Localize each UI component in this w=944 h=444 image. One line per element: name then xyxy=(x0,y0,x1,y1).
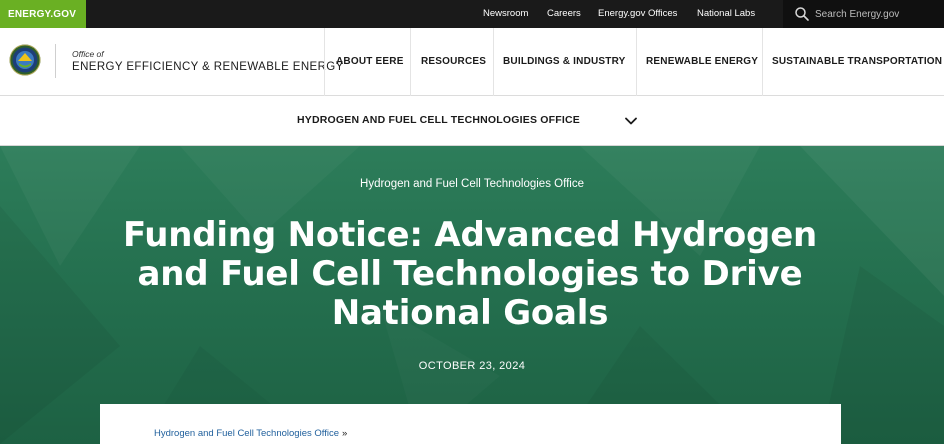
nav-divider xyxy=(493,28,494,96)
search-input[interactable] xyxy=(815,8,935,20)
office-of-label: Office of xyxy=(72,49,104,59)
nav-renewable-energy[interactable]: RENEWABLE ENERGY xyxy=(646,56,758,67)
publish-date: OCTOBER 23, 2024 xyxy=(418,360,526,372)
nav-divider xyxy=(762,28,763,96)
utility-link-newsroom[interactable]: Newsroom xyxy=(483,8,528,19)
utility-link-offices[interactable]: Energy.gov Offices xyxy=(598,8,677,19)
breadcrumb: Hydrogen and Fuel Cell Technologies Offi… xyxy=(154,428,347,439)
nav-divider xyxy=(410,28,411,96)
content-card: Hydrogen and Fuel Cell Technologies Offi… xyxy=(100,404,841,444)
site-header: Office of ENERGY EFFICIENCY & RENEWABLE … xyxy=(0,28,944,96)
utility-link-national-labs[interactable]: National Labs xyxy=(697,8,755,19)
energy-gov-logo-link[interactable]: ENERGY.GOV xyxy=(0,0,86,28)
office-name-link[interactable]: ENERGY EFFICIENCY & RENEWABLE ENERGY xyxy=(72,61,344,73)
nav-sustainable-transportation[interactable]: SUSTAINABLE TRANSPORTATION xyxy=(772,56,942,67)
nav-buildings-industry[interactable]: BUILDINGS & INDUSTRY xyxy=(503,56,626,67)
nav-divider xyxy=(324,28,325,96)
hero-banner: Hydrogen and Fuel Cell Technologies Offi… xyxy=(0,146,944,444)
breadcrumb-separator: » xyxy=(342,428,348,439)
nav-resources[interactable]: RESOURCES xyxy=(421,56,486,67)
nav-divider xyxy=(636,28,637,96)
page-title: Funding Notice: Advanced Hydrogen and Fu… xyxy=(122,215,818,333)
chevron-down-icon[interactable] xyxy=(624,114,638,128)
hero-eyebrow: Hydrogen and Fuel Cell Technologies Offi… xyxy=(360,178,584,190)
subnav-office-label[interactable]: HYDROGEN AND FUEL CELL TECHNOLOGIES OFFI… xyxy=(297,114,580,126)
utility-link-careers[interactable]: Careers xyxy=(547,8,581,19)
breadcrumb-link-office[interactable]: Hydrogen and Fuel Cell Technologies Offi… xyxy=(154,428,339,439)
search-icon[interactable] xyxy=(793,5,811,23)
office-subnav[interactable]: HYDROGEN AND FUEL CELL TECHNOLOGIES OFFI… xyxy=(0,96,944,146)
search-box xyxy=(783,0,944,28)
logo-divider xyxy=(55,44,56,78)
nav-about-eere[interactable]: ABOUT EERE xyxy=(336,56,404,67)
utility-bar: ENERGY.GOV Newsroom Careers Energy.gov O… xyxy=(0,0,944,28)
doe-seal-icon[interactable] xyxy=(9,44,41,76)
